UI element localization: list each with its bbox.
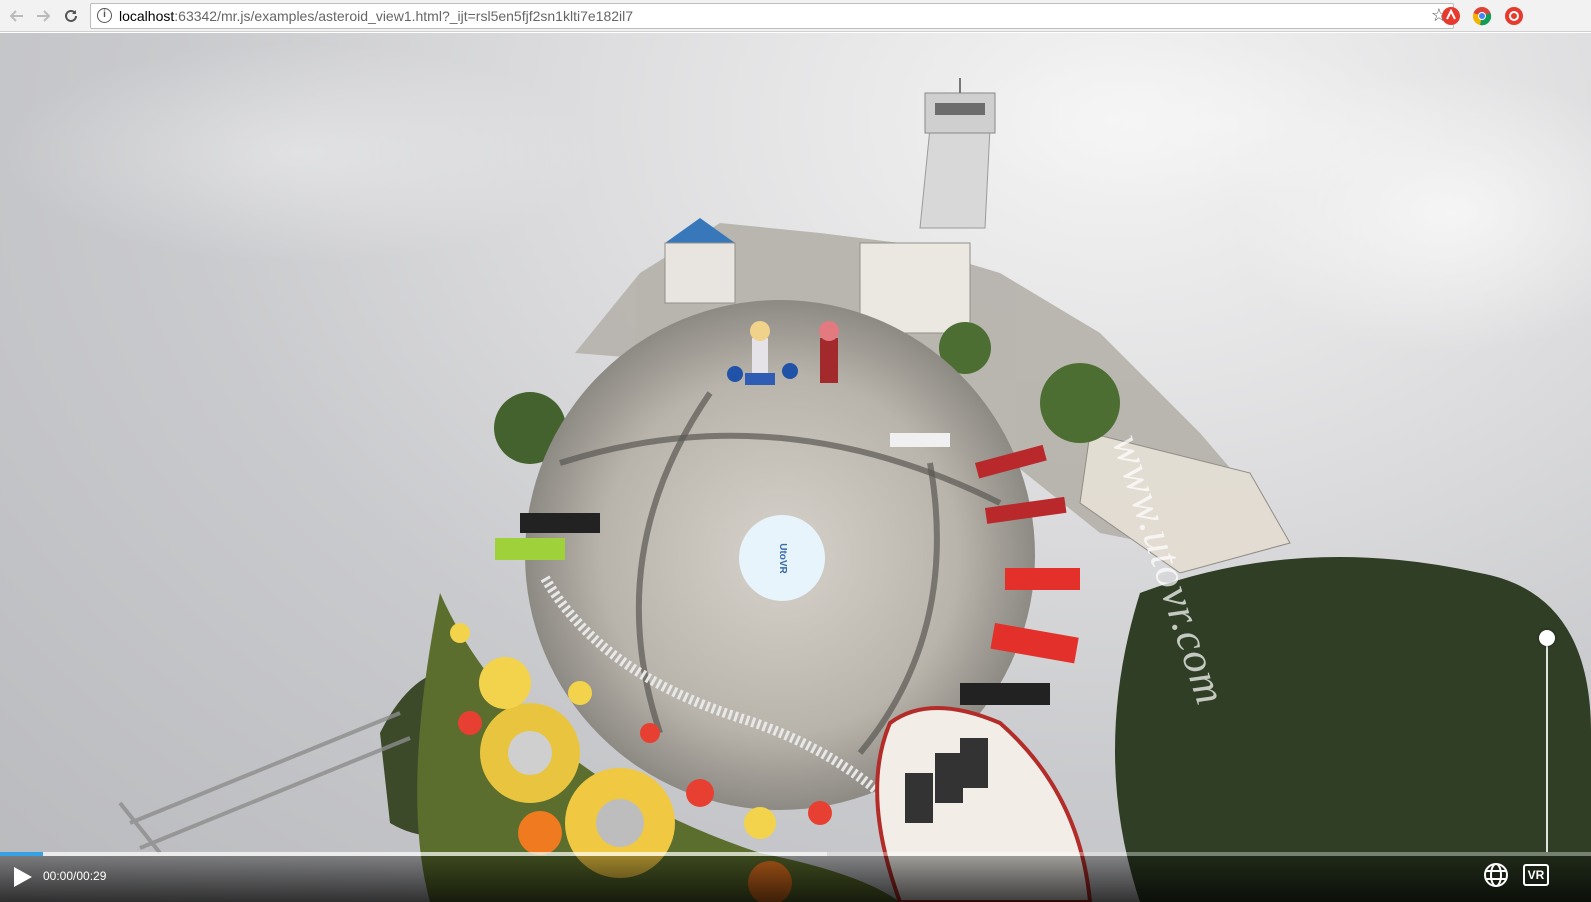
back-icon[interactable] — [6, 5, 28, 27]
globe-icon[interactable] — [1482, 861, 1510, 889]
time-display: 00:00/00:29 — [43, 869, 107, 883]
player-controls: 00:00/00:29 VR — [0, 856, 1591, 902]
little-planet-scene — [0, 43, 1591, 902]
utovr-logo-badge: UtoVR — [739, 515, 825, 601]
lighthouse-tower — [919, 78, 996, 229]
extension-red-icon[interactable] — [1440, 5, 1462, 27]
reload-icon[interactable] — [60, 5, 82, 27]
panorama-video[interactable]: UtoVR www.utovr.com — [0, 33, 1591, 902]
extension-red-circle-icon[interactable] — [1503, 5, 1525, 27]
vertical-slider-knob[interactable] — [1539, 630, 1555, 646]
url-path: :63342/mr.js/examples/asteroid_view1.htm… — [174, 8, 634, 24]
chrome-icon[interactable] — [1471, 5, 1493, 27]
url-text[interactable]: localhost:63342/mr.js/examples/asteroid_… — [119, 8, 633, 24]
play-icon[interactable] — [12, 865, 34, 889]
vr-mode-button[interactable]: VR — [1523, 864, 1549, 886]
info-icon[interactable]: i — [97, 8, 112, 23]
address-bar[interactable]: i localhost:63342/mr.js/examples/asteroi… — [90, 3, 1454, 29]
logo-text: UtoVR — [776, 542, 788, 574]
browser-toolbar: i localhost:63342/mr.js/examples/asteroi… — [0, 0, 1591, 32]
vertical-slider-rail[interactable] — [1546, 646, 1548, 852]
forward-icon[interactable] — [32, 5, 54, 27]
url-host: localhost — [119, 8, 175, 24]
